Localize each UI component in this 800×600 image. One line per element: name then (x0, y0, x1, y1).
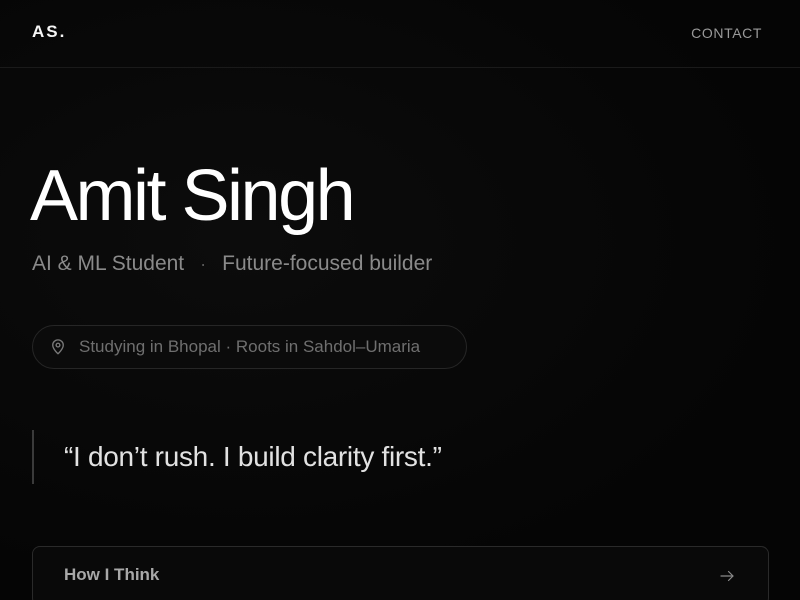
contact-link[interactable]: CONTACT (691, 25, 762, 41)
how-i-think-card[interactable]: How I Think (32, 546, 769, 600)
hero-name: Amit Singh (30, 156, 356, 236)
quote-text: “I don’t rush. I build clarity first.” (64, 441, 442, 472)
hero-quote: “I don’t rush. I build clarity first.” (32, 430, 442, 484)
hero-roles: AI & ML Student · Future-focused builder (32, 252, 432, 276)
location-text: Studying in Bhopal · Roots in Sahdol–Uma… (79, 337, 421, 356)
site-header: AS. CONTACT (0, 0, 800, 68)
arrow-right-icon (718, 567, 736, 585)
how-i-think-label: How I Think (64, 565, 160, 584)
portfolio-page: AS. CONTACT Amit Singh AI & ML Student ·… (0, 0, 800, 600)
location-pill: Studying in Bhopal · Roots in Sahdol–Uma… (32, 325, 467, 369)
role-primary: AI & ML Student (32, 252, 185, 275)
role-secondary: Future-focused builder (222, 252, 433, 275)
site-logo[interactable]: AS. (32, 22, 66, 42)
role-separator: · (200, 253, 207, 274)
map-pin-icon (49, 338, 67, 356)
